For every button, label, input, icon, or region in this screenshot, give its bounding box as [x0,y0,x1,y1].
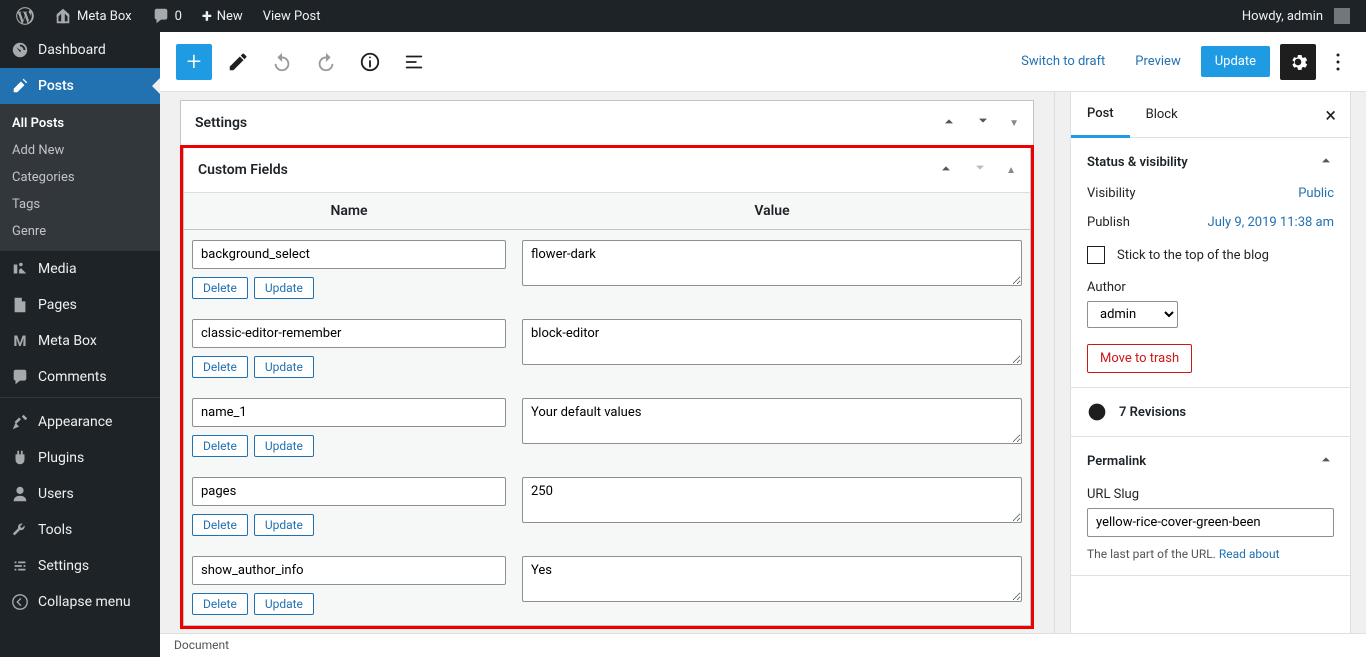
chevron-down-icon[interactable] [972,160,988,180]
comments-link[interactable]: 0 [144,0,190,32]
cf-delete-button[interactable]: Delete [192,593,248,615]
cf-name-header: Name [184,193,514,230]
visibility-label: Visibility [1087,186,1136,201]
menu-tools[interactable]: Tools [0,512,160,548]
wp-logo[interactable] [8,0,42,32]
update-button[interactable]: Update [1201,46,1270,77]
panel-toggle-icon[interactable]: ▲ [1006,165,1016,176]
stick-label: Stick to the top of the blog [1117,248,1269,263]
redo-button[interactable] [308,44,344,80]
chevron-up-icon[interactable] [941,113,957,133]
menu-appearance[interactable]: Appearance [0,404,160,440]
chevron-down-icon[interactable] [975,113,991,133]
cf-update-button[interactable]: Update [254,593,314,615]
cf-name-input[interactable] [192,556,506,585]
cf-update-button[interactable]: Update [254,356,314,378]
switch-draft-button[interactable]: Switch to draft [1011,48,1115,75]
edit-mode-button[interactable] [220,44,256,80]
cf-delete-button[interactable]: Delete [192,356,248,378]
view-post-link[interactable]: View Post [255,0,329,32]
panel-toggle-icon[interactable]: ▼ [1009,118,1019,129]
stick-checkbox[interactable] [1087,246,1105,264]
menu-media[interactable]: Media [0,251,160,287]
slug-input[interactable] [1087,508,1334,537]
add-block-button[interactable]: + [176,44,212,80]
menu-users[interactable]: Users [0,476,160,512]
menu-dashboard[interactable]: Dashboard [0,32,160,68]
comments-count: 0 [175,9,182,24]
submenu-tags[interactable]: Tags [0,191,160,218]
menu-metabox[interactable]: MMeta Box [0,323,160,359]
revisions-button[interactable]: 7 Revisions [1087,402,1334,422]
cf-row: Delete Update flower-dark [184,230,1030,310]
move-trash-button[interactable]: Move to trash [1087,344,1192,373]
howdy-link[interactable]: Howdy, admin [1234,0,1358,32]
preview-button[interactable]: Preview [1125,48,1190,75]
author-label: Author [1087,280,1334,295]
cf-delete-button[interactable]: Delete [192,435,248,457]
tab-post[interactable]: Post [1071,92,1130,138]
chevron-up-icon[interactable] [938,160,954,180]
menu-plugins[interactable]: Plugins [0,440,160,476]
cf-update-button[interactable]: Update [254,514,314,536]
cf-name-input[interactable] [192,398,506,427]
cf-value-header: Value [514,193,1030,230]
more-menu[interactable] [1326,44,1350,80]
site-name-text: Meta Box [77,9,132,24]
menu-comments[interactable]: Comments [0,359,160,395]
custom-fields-panel-header[interactable]: Custom Fields ▲ [184,148,1030,193]
menu-collapse[interactable]: Collapse menu [0,584,160,620]
menu-pages[interactable]: Pages [0,287,160,323]
cf-value-textarea[interactable]: 250 [522,477,1022,523]
new-link[interactable]: +New [194,0,251,32]
permalink-section[interactable]: Permalink [1087,451,1334,471]
settings-toggle[interactable] [1280,44,1316,80]
settings-panel-header[interactable]: Settings ▼ [181,101,1033,145]
undo-button[interactable] [264,44,300,80]
submenu-all-posts[interactable]: All Posts [0,110,160,137]
cf-row: Delete Update Your default values [184,388,1030,467]
info-button[interactable] [352,44,388,80]
menu-settings[interactable]: Settings [0,548,160,584]
cf-name-input[interactable] [192,477,506,506]
cf-name-input[interactable] [192,319,506,348]
footer-document[interactable]: Document [160,633,1366,657]
submenu-categories[interactable]: Categories [0,164,160,191]
cf-value-textarea[interactable]: flower-dark [522,240,1022,286]
cf-row: Delete Update Yes [184,546,1030,625]
cf-delete-button[interactable]: Delete [192,277,248,299]
cf-delete-button[interactable]: Delete [192,514,248,536]
submenu-genre[interactable]: Genre [0,218,160,245]
content-scrollbar[interactable] [1054,92,1070,657]
cf-name-input[interactable] [192,240,506,269]
inspector-scrollbar[interactable] [1350,92,1366,657]
slug-label: URL Slug [1087,487,1334,502]
cf-value-textarea[interactable]: Your default values [522,398,1022,444]
site-name-link[interactable]: Meta Box [46,0,140,32]
author-select[interactable]: admin [1087,301,1178,328]
menu-posts[interactable]: Posts [0,68,160,104]
avatar-icon [1334,8,1350,24]
publish-label: Publish [1087,215,1130,230]
visibility-value[interactable]: Public [1298,186,1334,201]
slug-help-link[interactable]: Read about [1219,547,1280,561]
cf-row: Delete Update block-editor [184,309,1030,388]
cf-row: Delete Update 250 [184,467,1030,546]
new-text: New [217,9,243,24]
submenu-add-new[interactable]: Add New [0,137,160,164]
publish-value[interactable]: July 9, 2019 11:38 am [1208,215,1334,230]
cf-update-button[interactable]: Update [254,277,314,299]
tab-block[interactable]: Block [1130,93,1194,136]
outline-button[interactable] [396,44,432,80]
cf-update-button[interactable]: Update [254,435,314,457]
cf-value-textarea[interactable]: block-editor [522,319,1022,365]
close-inspector-button[interactable]: × [1319,103,1342,127]
status-visibility-section[interactable]: Status & visibility [1087,152,1334,172]
cf-value-textarea[interactable]: Yes [522,556,1022,602]
